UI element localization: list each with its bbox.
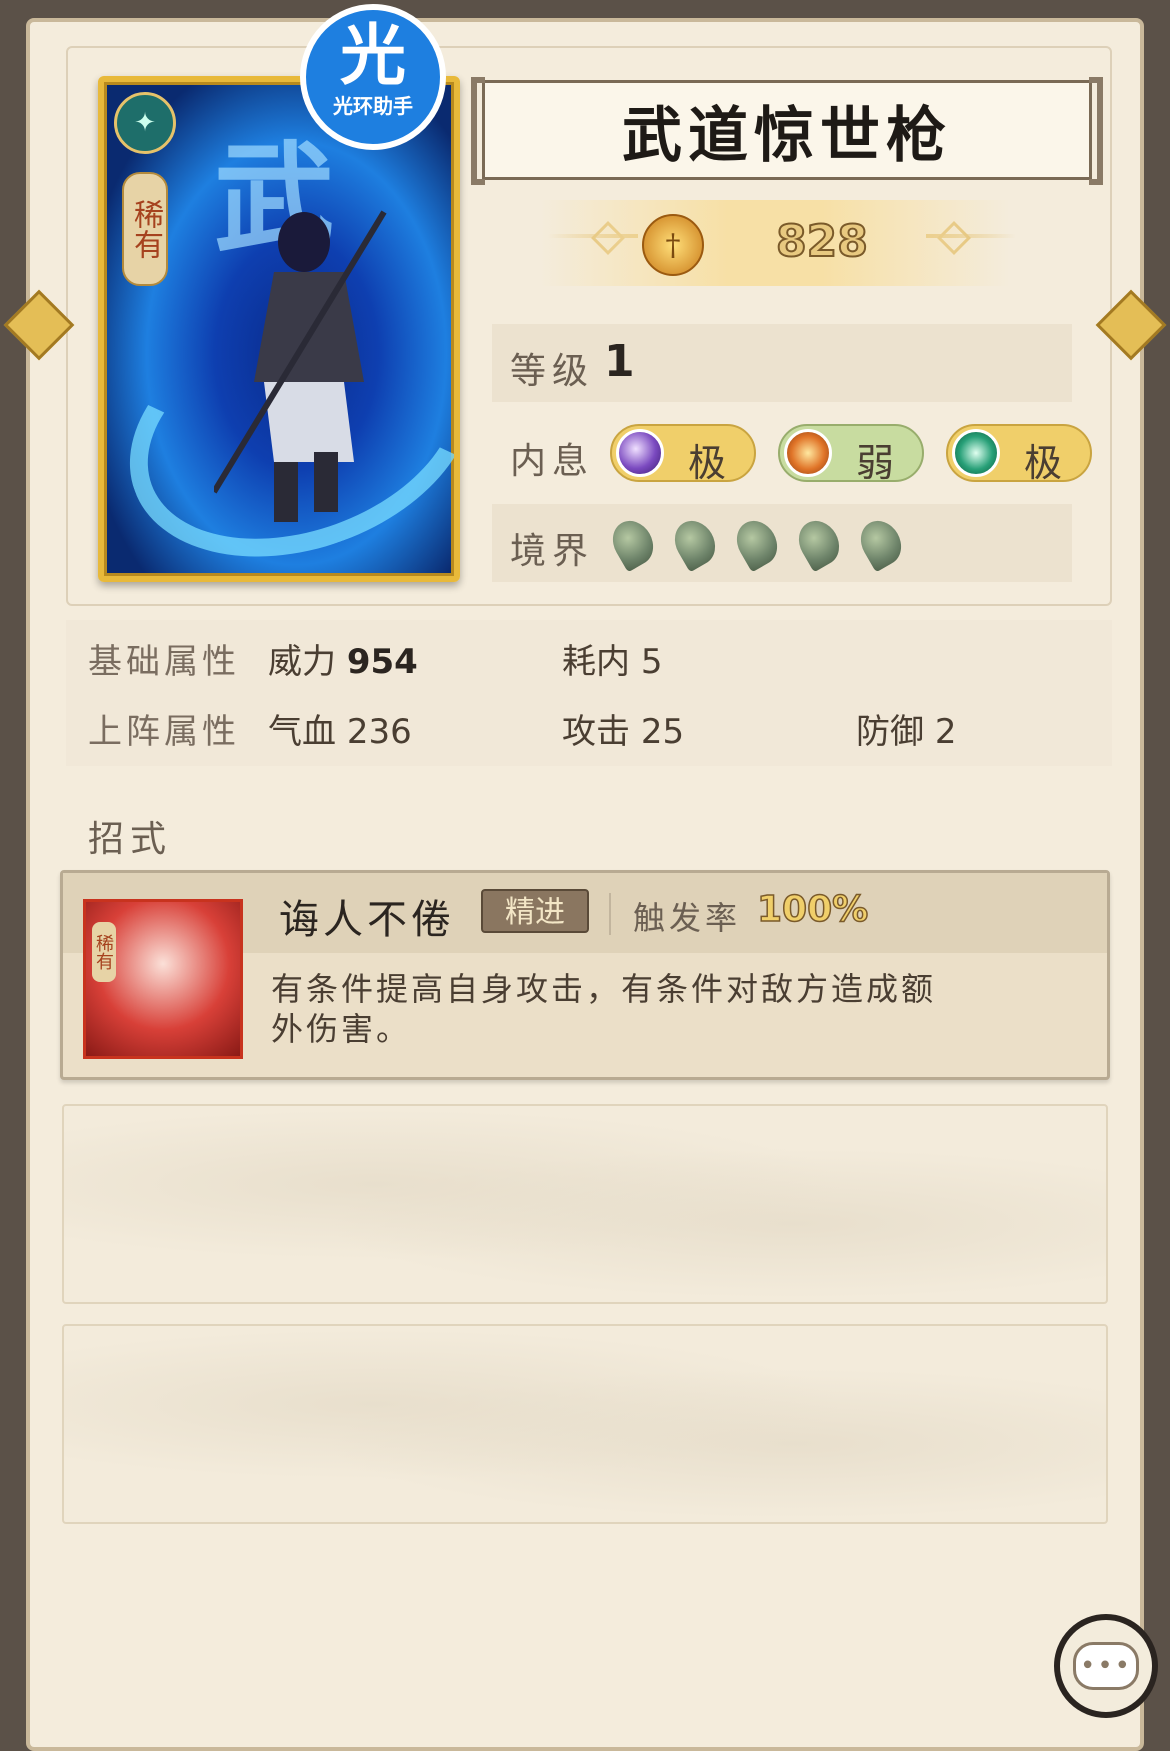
skill-name: 诲人不倦 xyxy=(279,897,455,943)
atk-stat-label: 攻击 xyxy=(562,712,630,752)
realm-gem-icon xyxy=(853,513,909,573)
skill-badge: 精进 xyxy=(481,889,589,933)
item-title: 武道惊世枪 xyxy=(622,100,952,171)
empty-skill-slot[interactable] xyxy=(62,1104,1108,1304)
trigger-rate-label: 触发率 xyxy=(633,899,742,937)
moves-section-label: 招式 xyxy=(88,819,173,860)
power-value: 828 xyxy=(775,215,869,268)
realm-gem-icon xyxy=(791,513,847,573)
breath-pill-1[interactable]: 极 xyxy=(610,424,756,485)
trigger-rate-value: 100% xyxy=(756,888,869,931)
hp-stat-value: 236 xyxy=(346,712,412,752)
breath-pill-3[interactable]: 极 xyxy=(946,424,1092,485)
skill-panel[interactable]: 稀有 诲人不倦 精进 触发率 100% 有条件提高自身攻击，有条件对敌方造成额外… xyxy=(60,870,1110,1080)
sword-power-icon: † xyxy=(642,214,704,276)
breath-pill-2[interactable]: 弱 xyxy=(778,424,924,485)
realm-gem-icon xyxy=(729,513,785,573)
attribute-stats: 基础属性 威力 954 耗内 5 上阵属性 气血 236 攻击 25 防御 2 xyxy=(66,620,1112,766)
jade-orb-icon xyxy=(952,429,1000,477)
skill-icon: 稀有 xyxy=(83,899,243,1059)
watermark-logo: 光 光环助手 xyxy=(300,4,446,150)
skill-rarity-tag: 稀有 xyxy=(92,922,116,982)
item-card[interactable]: 武 ✦ 稀有 xyxy=(98,76,460,582)
power-stat-label: 威力 xyxy=(268,642,336,682)
cost-stat-value: 5 xyxy=(640,642,663,682)
sun-orb-icon xyxy=(784,429,832,477)
realm-row: 境界 xyxy=(492,504,1072,582)
chat-bubble-icon: ••• xyxy=(1073,1642,1139,1690)
title-plate: 武道惊世枪 xyxy=(471,77,1103,185)
battle-attr-label: 上阵属性 xyxy=(88,712,240,752)
realm-gem-icon xyxy=(605,513,661,573)
inner-breath-row: 内息 极 弱 极 xyxy=(492,414,1092,492)
rarity-tag: 稀有 xyxy=(122,172,168,286)
inner-breath-label: 内息 xyxy=(510,441,595,482)
level-value: 1 xyxy=(604,336,635,387)
chat-button[interactable]: ••• xyxy=(1054,1614,1158,1718)
hp-stat-label: 气血 xyxy=(268,712,336,752)
cost-stat-label: 耗内 xyxy=(562,642,630,682)
empty-skill-slot[interactable] xyxy=(62,1324,1108,1524)
power-row: † 828 xyxy=(540,200,1010,286)
base-attr-label: 基础属性 xyxy=(88,642,240,682)
atk-stat-value: 25 xyxy=(640,712,685,752)
def-stat-label: 防御 xyxy=(856,712,924,752)
power-stat-value: 954 xyxy=(346,642,418,682)
def-stat-value: 2 xyxy=(934,712,957,752)
skill-description: 有条件提高自身攻击，有条件对敌方造成额外伤害。 xyxy=(271,970,937,1048)
level-label: 等级 xyxy=(510,351,595,392)
moon-orb-icon xyxy=(616,429,664,477)
school-emblem-icon: ✦ xyxy=(114,92,176,154)
level-row: 等级 1 xyxy=(492,324,1072,402)
realm-label: 境界 xyxy=(510,531,595,572)
realm-gem-icon xyxy=(667,513,723,573)
